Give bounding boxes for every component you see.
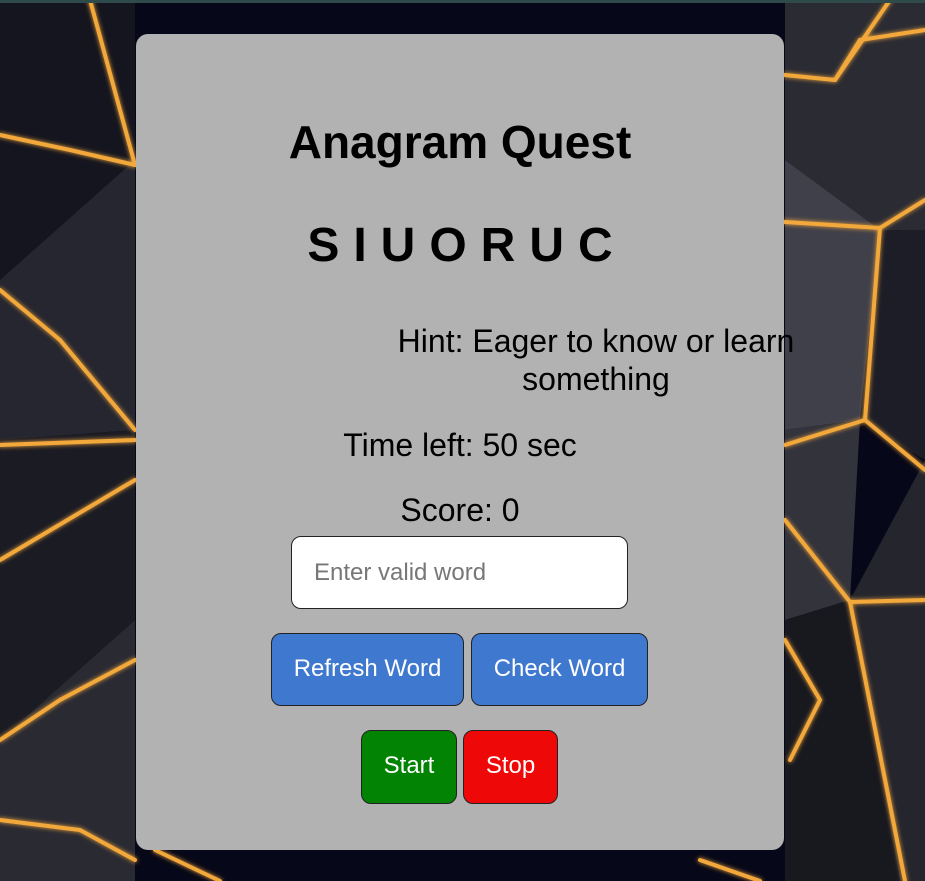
score: Score: 0 [136,491,784,529]
scrambled-word: SIUORUC [307,219,627,272]
check-word-button[interactable]: Check Word [471,633,648,706]
score-value: 0 [501,492,520,528]
time-value: 50 [482,427,519,463]
start-button[interactable]: Start [361,730,457,804]
game-title: Anagram Quest [288,116,632,168]
hint-value: Eager to know or learn something [472,323,795,397]
score-label: Score: [400,492,493,528]
hint-text: Hint: Eager to know or learn something [360,322,832,398]
time-unit: sec [526,427,577,463]
time-label: Time left: [343,427,474,463]
game-card: Anagram Quest SIUORUC Hint: Eager to kno… [136,34,794,850]
time-left: Time left: 50 sec [136,426,784,464]
word-input[interactable] [291,536,628,609]
window-top-strip [0,0,925,3]
refresh-word-button[interactable]: Refresh Word [271,633,464,706]
stop-button[interactable]: Stop [463,730,558,804]
hint-label: Hint: [397,323,464,359]
